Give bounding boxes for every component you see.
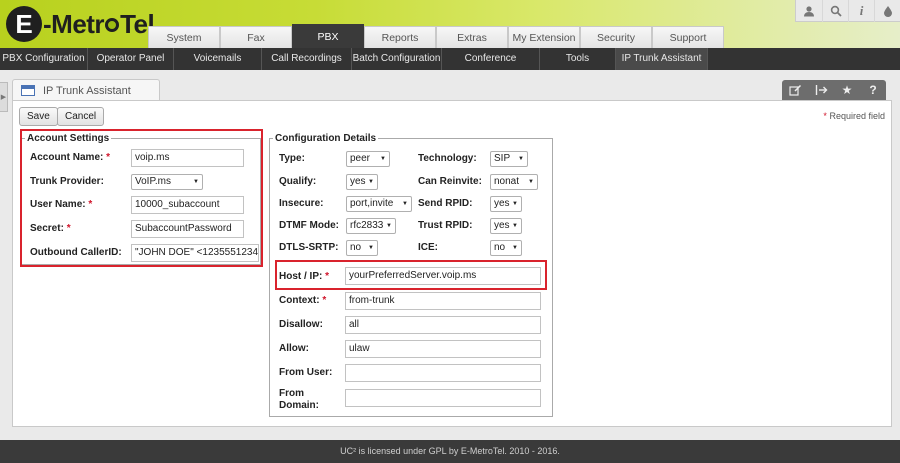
submenu: PBX Configuration Operator Panel Voicema… — [0, 48, 900, 70]
logo: E -Metr Tel — [6, 6, 155, 42]
trust-rpid-select[interactable]: yes — [490, 218, 522, 234]
send-rpid-label: Send RPID: — [418, 198, 473, 209]
user-icon[interactable] — [796, 0, 822, 22]
send-rpid-select[interactable]: yes — [490, 196, 522, 212]
tab-security[interactable]: Security — [580, 26, 652, 48]
from-domain-label: From Domain: — [279, 388, 319, 411]
qualify-label: Qualify: — [279, 176, 317, 187]
submenu-call-recordings[interactable]: Call Recordings — [262, 48, 352, 70]
edit-icon[interactable] — [782, 80, 808, 100]
info-icon[interactable]: i — [848, 0, 874, 22]
sidebar-toggle-handle[interactable]: ▶ — [0, 82, 8, 112]
tab-fax[interactable]: Fax — [220, 26, 292, 48]
header: E -Metr Tel i System Fax PBX Reports Extr… — [0, 0, 900, 48]
type-label: Type: — [279, 153, 305, 164]
dtmf-mode-label: DTMF Mode: — [279, 220, 339, 231]
logo-text-a: -Metr — [43, 8, 105, 39]
star-icon[interactable]: ★ — [834, 80, 860, 100]
top-icons: i — [795, 0, 900, 22]
submenu-tools[interactable]: Tools — [540, 48, 616, 70]
from-user-label: From User: — [279, 367, 333, 378]
dtls-srtp-label: DTLS-SRTP: — [279, 242, 339, 253]
footer: UC² is licensed under GPL by E-MetroTel.… — [0, 440, 900, 463]
ice-select[interactable]: no — [490, 240, 522, 256]
disallow-label: Disallow: — [279, 319, 323, 330]
account-settings-highlight — [20, 129, 263, 267]
from-domain-input[interactable] — [345, 389, 541, 407]
ip-trunk-panel: Save Cancel * Required field Account Set… — [12, 100, 892, 427]
logo-mark: E — [6, 6, 42, 42]
panel-tools: ★ ? — [782, 80, 886, 100]
logo-dot-icon — [105, 18, 120, 32]
context-input[interactable]: from-trunk — [345, 292, 541, 310]
dtmf-mode-select[interactable]: rfc2833 — [346, 218, 396, 234]
submenu-operator-panel[interactable]: Operator Panel — [88, 48, 174, 70]
tab-pbx[interactable]: PBX — [292, 24, 364, 48]
technology-select[interactable]: SIP — [490, 151, 528, 167]
main-tabs: System Fax PBX Reports Extras My Extensi… — [148, 24, 724, 48]
tab-my-extension[interactable]: My Extension — [508, 26, 580, 48]
trust-rpid-label: Trust RPID: — [418, 220, 473, 231]
insecure-label: Insecure: — [279, 198, 324, 209]
tab-reports[interactable]: Reports — [364, 26, 436, 48]
submenu-pbx-configuration[interactable]: PBX Configuration — [0, 48, 88, 70]
from-user-input[interactable] — [345, 364, 541, 382]
qualify-select[interactable]: yes — [346, 174, 378, 190]
logo-text: -Metr Tel — [43, 8, 155, 40]
ice-label: ICE: — [418, 242, 438, 253]
submenu-batch-configuration[interactable]: Batch Configuration — [352, 48, 442, 70]
submenu-conference[interactable]: Conference — [442, 48, 540, 70]
panel-title: IP Trunk Assistant — [43, 84, 131, 97]
required-note-text: Required field — [829, 111, 885, 121]
type-select[interactable]: peer — [346, 151, 390, 167]
submenu-voicemails[interactable]: Voicemails — [174, 48, 262, 70]
save-button[interactable]: Save — [19, 107, 58, 126]
window-icon — [21, 85, 35, 96]
submenu-ip-trunk-assistant[interactable]: IP Trunk Assistant — [616, 48, 708, 70]
allow-input[interactable]: ulaw — [345, 340, 541, 358]
cancel-button[interactable]: Cancel — [57, 107, 105, 126]
configuration-details-legend: Configuration Details — [275, 133, 377, 144]
dtls-srtp-select[interactable]: no — [346, 240, 378, 256]
can-reinvite-select[interactable]: nonat — [490, 174, 538, 190]
can-reinvite-label: Can Reinvite: — [418, 176, 482, 187]
allow-label: Allow: — [279, 343, 309, 354]
required-mark: * — [823, 111, 827, 121]
required-field-note: * Required field — [823, 111, 885, 121]
help-icon[interactable]: ? — [860, 80, 886, 100]
tab-extras[interactable]: Extras — [436, 26, 508, 48]
drop-icon[interactable] — [874, 0, 900, 22]
disallow-input[interactable]: all — [345, 316, 541, 334]
tab-system[interactable]: System — [148, 26, 220, 48]
technology-label: Technology: — [418, 153, 477, 164]
search-icon[interactable] — [822, 0, 848, 22]
context-label: Context: * — [279, 295, 327, 306]
tab-support[interactable]: Support — [652, 26, 724, 48]
insecure-select[interactable]: port,invite — [346, 196, 412, 212]
panel-title-tab: IP Trunk Assistant — [12, 79, 160, 101]
host-ip-highlight — [275, 260, 547, 290]
export-icon[interactable] — [808, 80, 834, 100]
